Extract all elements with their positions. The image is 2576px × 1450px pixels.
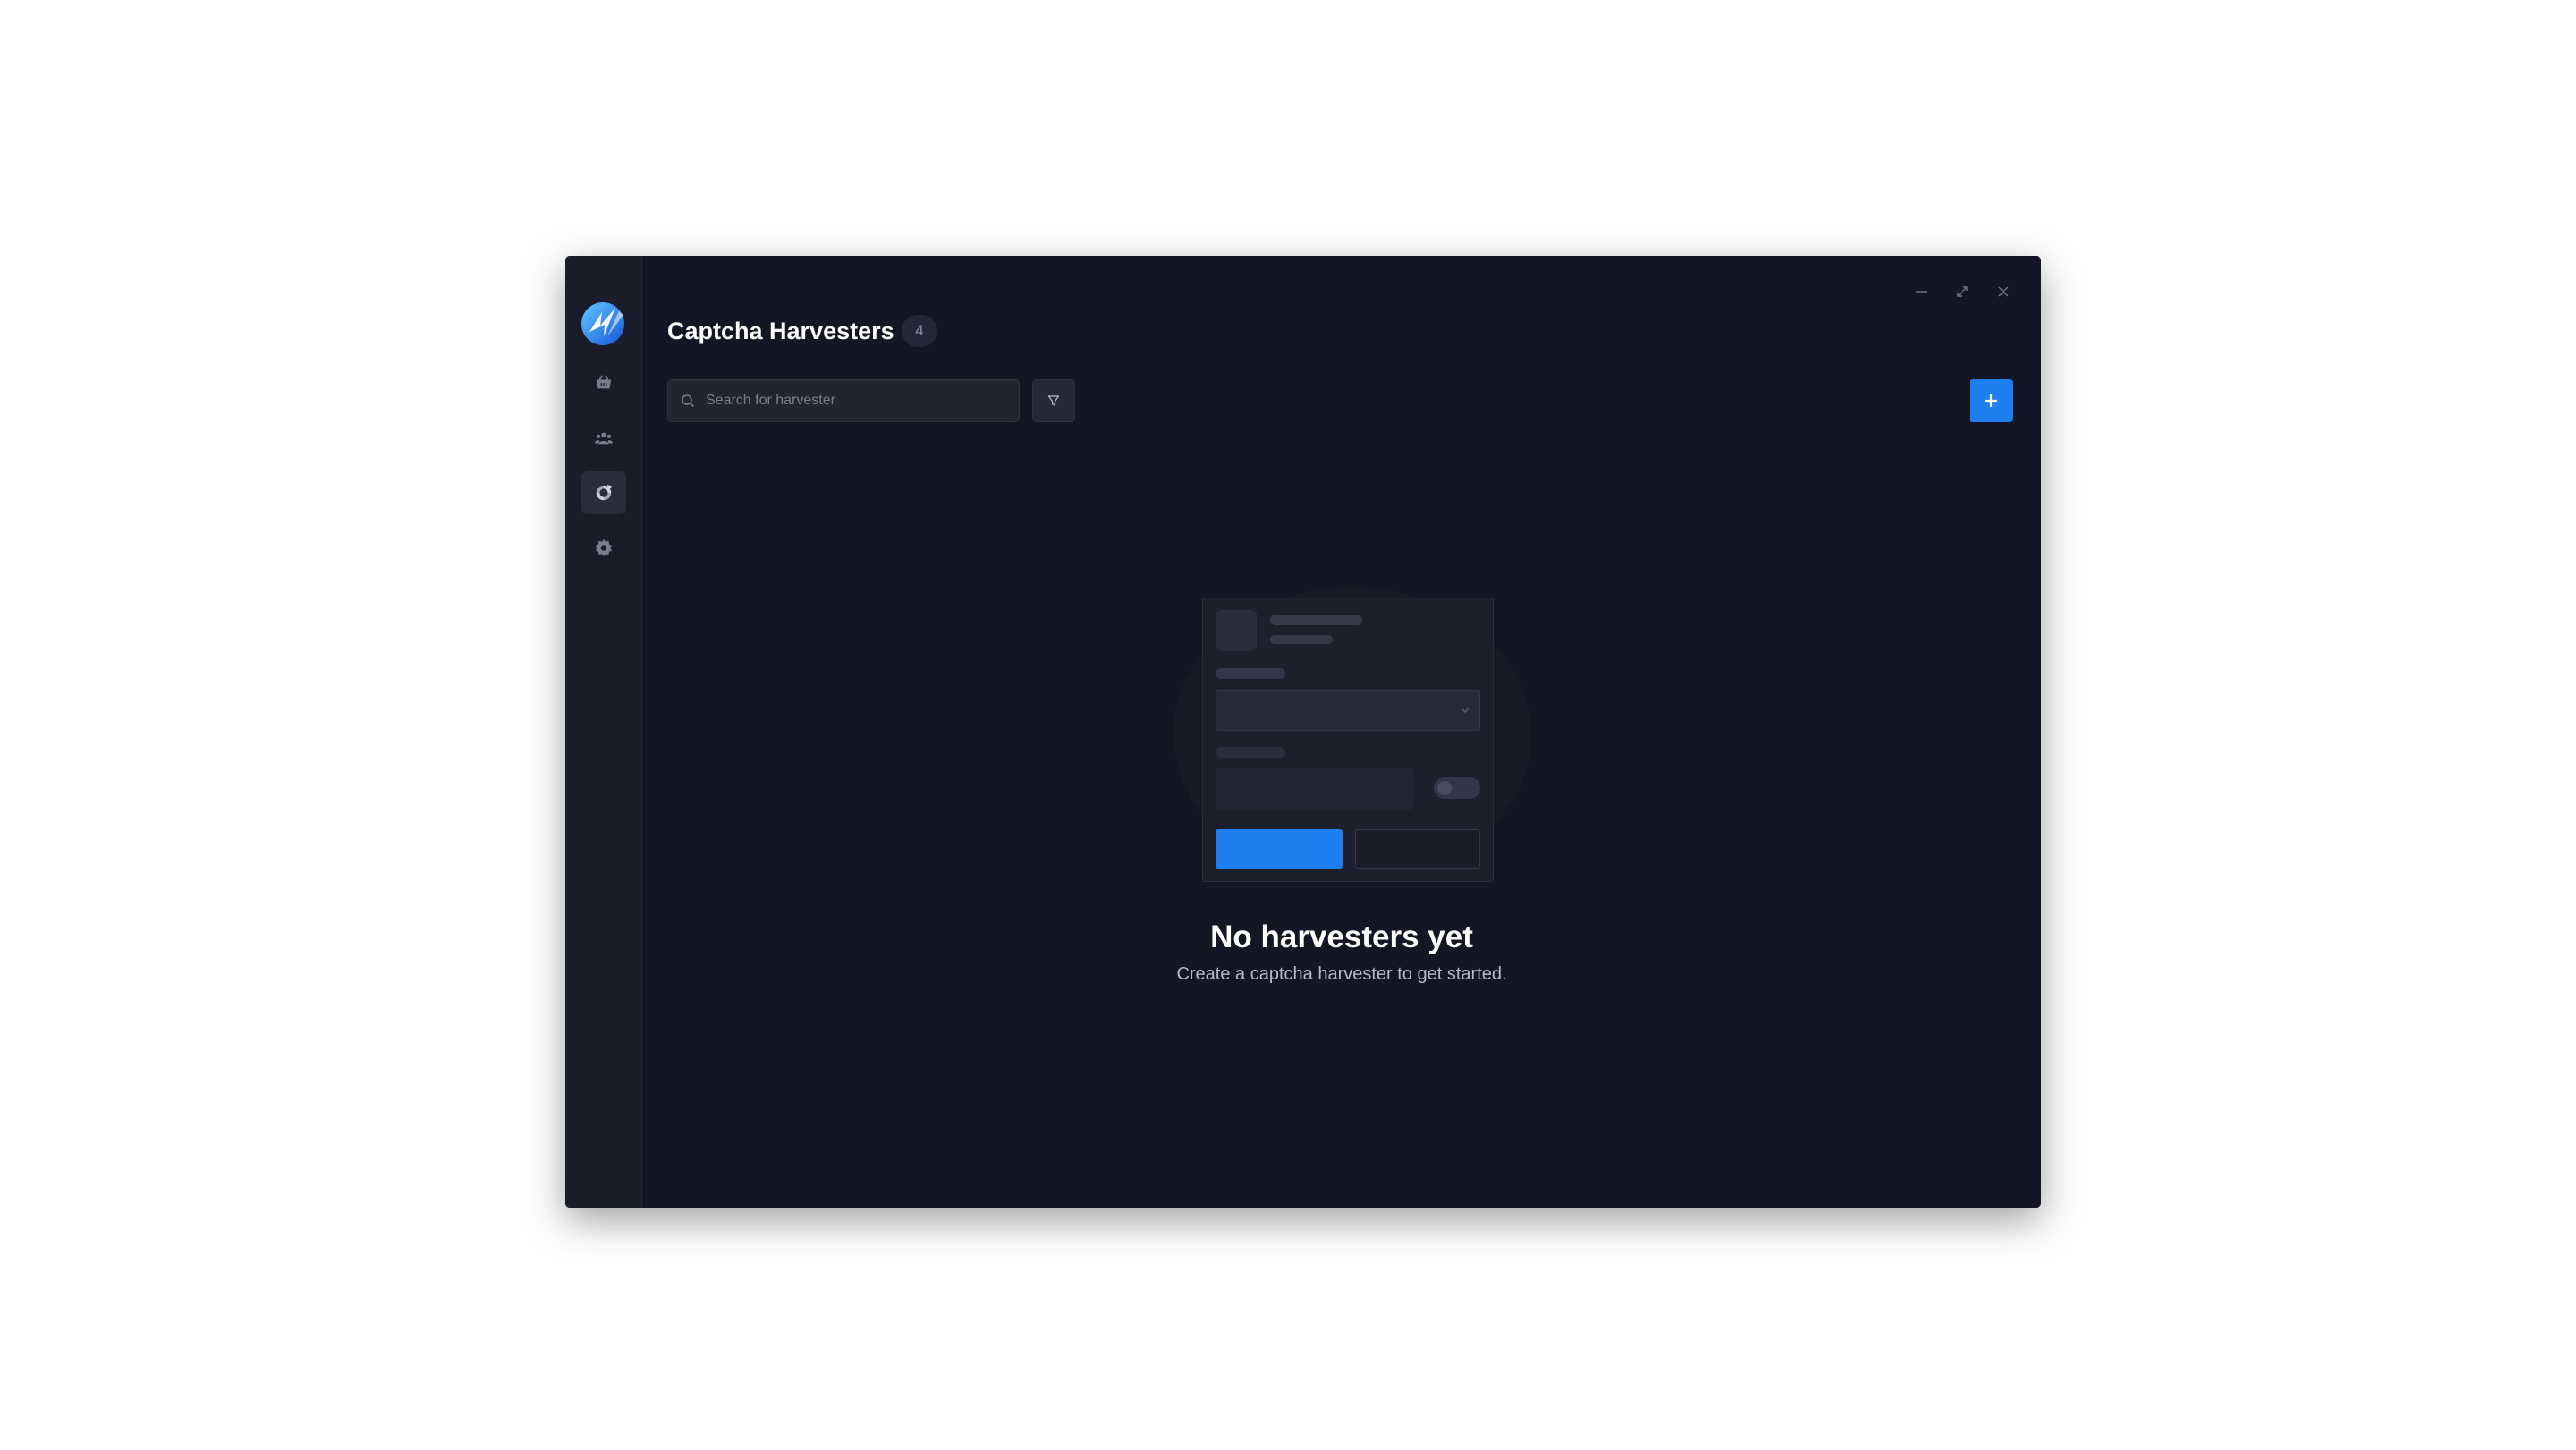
search-input[interactable]	[704, 392, 1003, 410]
minimize-button[interactable]	[1911, 281, 1932, 302]
sidebar-item-tasks[interactable]	[581, 361, 626, 404]
sidebar-item-profiles[interactable]	[581, 417, 626, 460]
mock-harvester-card	[1202, 598, 1494, 882]
maximize-icon	[1957, 286, 1968, 297]
mock-input	[1216, 768, 1414, 810]
mock-toggle-knob	[1437, 781, 1452, 795]
users-icon	[594, 432, 614, 445]
mock-title-line	[1270, 615, 1362, 625]
add-harvester-button[interactable]	[1970, 379, 2012, 422]
brand-logo-icon	[581, 302, 624, 345]
filter-icon	[1047, 395, 1060, 406]
app-window: Captcha Harvesters 4 Search for harveste…	[565, 256, 2041, 1208]
maximize-button[interactable]	[1952, 281, 1973, 302]
brand-logo[interactable]	[577, 297, 631, 351]
empty-state-title: No harvesters yet	[1210, 920, 1473, 954]
empty-state-illustration	[1174, 587, 1531, 895]
page-title: Captcha Harvesters	[667, 318, 894, 344]
minimize-icon	[1916, 291, 1927, 293]
mock-label-line	[1216, 668, 1285, 679]
sidebar-item-settings[interactable]	[581, 526, 626, 569]
close-icon	[1998, 286, 2009, 297]
mock-toggle	[1434, 777, 1480, 799]
count-badge: 4	[902, 315, 937, 347]
captcha-icon	[596, 484, 613, 501]
sidebar-item-captcha-harvesters[interactable]	[581, 471, 626, 514]
sidebar	[565, 256, 642, 1208]
mock-secondary-button	[1355, 829, 1480, 869]
main-content: Captcha Harvesters 4 Search for harveste…	[642, 256, 2041, 1208]
gear-icon	[595, 538, 613, 557]
window-controls	[1911, 281, 2014, 302]
mock-label-line-2	[1216, 747, 1285, 758]
mock-subtitle-line	[1270, 635, 1333, 644]
plus-icon	[1985, 394, 1997, 407]
empty-state-subtitle: Create a captcha harvester to get starte…	[1176, 964, 1507, 984]
mock-select	[1216, 690, 1480, 731]
basket-icon	[596, 375, 612, 389]
search-box[interactable]	[667, 379, 1020, 422]
mock-primary-button	[1216, 829, 1343, 869]
chevron-down-icon	[1461, 708, 1470, 714]
mock-avatar	[1216, 610, 1257, 651]
close-button[interactable]	[1993, 281, 2014, 302]
filter-button[interactable]	[1032, 379, 1075, 422]
search-icon	[682, 394, 695, 408]
